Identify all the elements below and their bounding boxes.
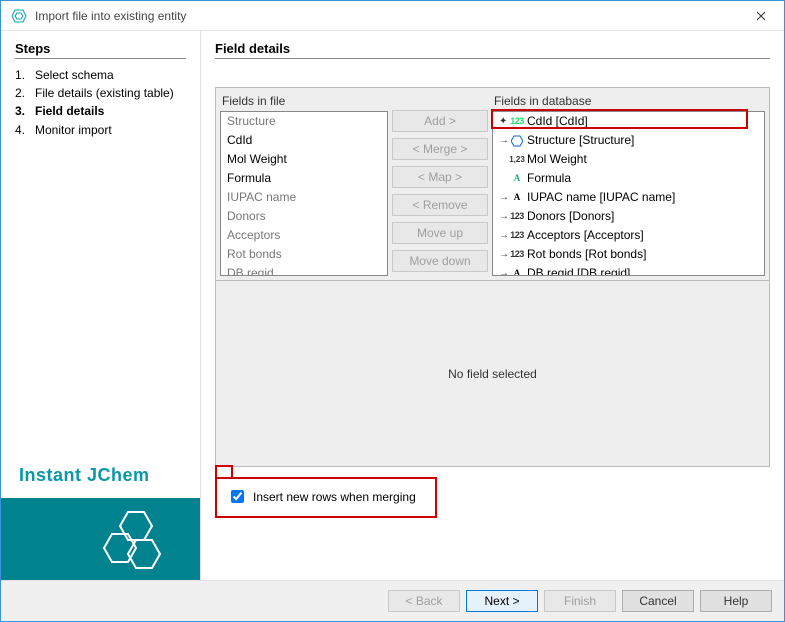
step-2: 2.File details (existing table) (15, 85, 186, 101)
list-item[interactable]: IUPAC name (221, 188, 387, 207)
close-button[interactable] (738, 1, 784, 31)
list-item[interactable]: Formula (221, 169, 387, 188)
step-1: 1.Select schema (15, 67, 186, 83)
annotation-merge-box: Insert new rows when merging (215, 477, 437, 518)
insert-rows-checkbox-label[interactable]: Insert new rows when merging (227, 487, 425, 506)
list-item[interactable]: →AIUPAC name [IUPAC name] (493, 188, 764, 207)
brand-name: Instant JChem (1, 453, 200, 498)
list-item[interactable]: →Structure [Structure] (493, 131, 764, 150)
list-item[interactable]: DB regid (221, 264, 387, 276)
list-item[interactable]: Acceptors (221, 226, 387, 245)
move-up-button[interactable]: Move up (392, 222, 488, 244)
list-item[interactable]: Donors (221, 207, 387, 226)
wizard-footer: < Back Next > Finish Cancel Help (1, 581, 784, 621)
step-3: 3.Field details (15, 103, 186, 119)
finish-button[interactable]: Finish (544, 590, 616, 612)
list-item[interactable]: Rot bonds (221, 245, 387, 264)
back-button[interactable]: < Back (388, 590, 460, 612)
move-down-button[interactable]: Move down (392, 250, 488, 272)
field-details-pane: No field selected (215, 281, 770, 467)
fields-in-database-list[interactable]: ✦123CdId [CdId]→Structure [Structure]1,2… (492, 111, 765, 276)
merge-button[interactable]: < Merge > (392, 138, 488, 160)
remove-button[interactable]: < Remove (392, 194, 488, 216)
fields-in-file-list[interactable]: StructureCdIdMol WeightFormulaIUPAC name… (220, 111, 388, 276)
steps-heading: Steps (15, 41, 186, 59)
list-item[interactable]: →123Rot bonds [Rot bonds] (493, 245, 764, 264)
brand-footer (1, 498, 200, 580)
list-item[interactable]: Mol Weight (221, 150, 387, 169)
titlebar: Import file into existing entity (1, 1, 784, 31)
no-field-selected-text: No field selected (448, 367, 537, 381)
window-title: Import file into existing entity (35, 9, 738, 23)
fields-in-database-label: Fields in database (492, 92, 765, 111)
content-heading: Field details (215, 41, 770, 59)
list-item[interactable]: AFormula (493, 169, 764, 188)
fields-in-file-label: Fields in file (220, 92, 388, 111)
add-button[interactable]: Add > (392, 110, 488, 132)
list-item[interactable]: CdId (221, 131, 387, 150)
next-button[interactable]: Next > (466, 590, 538, 612)
map-button[interactable]: < Map > (392, 166, 488, 188)
list-item[interactable]: →ADB regid [DB regid] (493, 264, 764, 276)
steps-list: 1.Select schema 2.File details (existing… (15, 67, 186, 138)
app-icon (11, 8, 27, 24)
fields-mapping-area: Fields in file StructureCdIdMol WeightFo… (215, 87, 770, 281)
list-item[interactable]: Structure (221, 112, 387, 131)
wizard-sidebar: Steps 1.Select schema 2.File details (ex… (1, 31, 201, 580)
list-item[interactable]: →123Acceptors [Acceptors] (493, 226, 764, 245)
cancel-button[interactable]: Cancel (622, 590, 694, 612)
insert-rows-checkbox[interactable] (231, 490, 244, 503)
list-item[interactable]: ✦123CdId [CdId] (493, 112, 764, 131)
help-button[interactable]: Help (700, 590, 772, 612)
step-4: 4.Monitor import (15, 122, 186, 138)
list-item[interactable]: 1,23Mol Weight (493, 150, 764, 169)
list-item[interactable]: →123Donors [Donors] (493, 207, 764, 226)
